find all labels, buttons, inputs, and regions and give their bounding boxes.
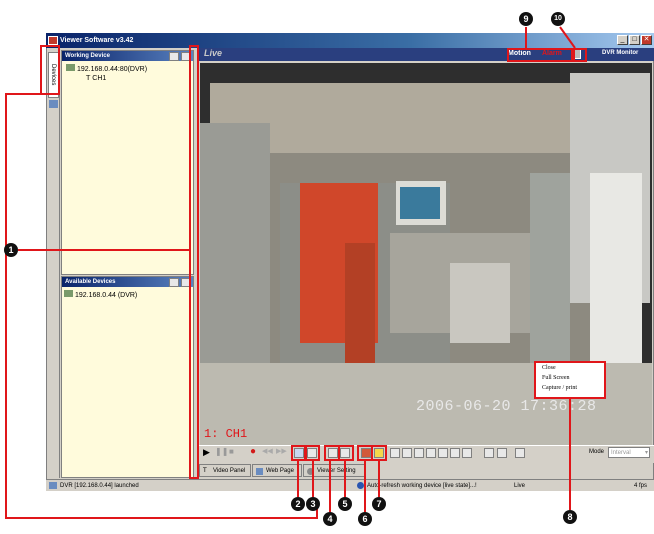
callout-1: 1 [4,243,18,257]
callout-5: 5 [338,497,352,511]
callout-10: 10 [551,12,565,26]
callout-7: 7 [372,497,386,511]
callout-8: 8 [563,510,577,524]
callout-3: 3 [306,497,320,511]
callout-9: 9 [519,12,533,26]
callout-6: 6 [358,512,372,526]
callout-4: 4 [323,512,337,526]
callout-2: 2 [291,497,305,511]
callout-lines [5,26,576,519]
